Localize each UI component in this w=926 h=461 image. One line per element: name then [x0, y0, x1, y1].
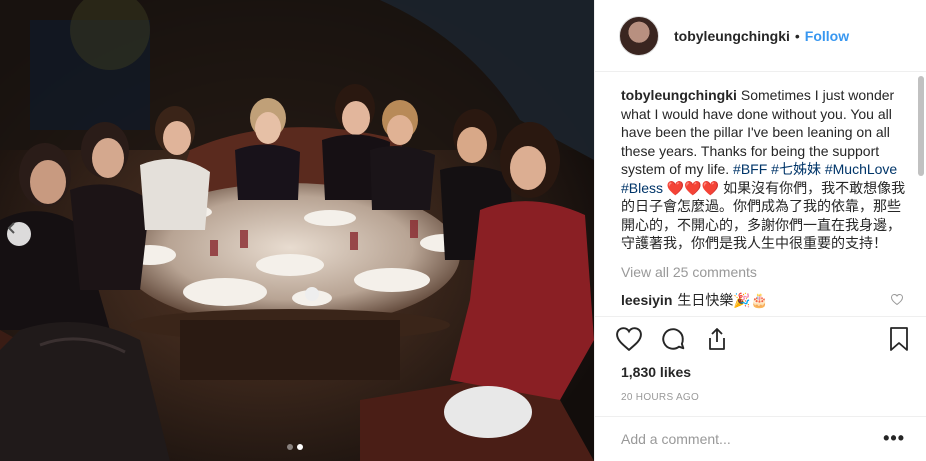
post-caption: tobyleungchingki Sometimes I just wonder … [621, 86, 907, 253]
post-photo[interactable] [0, 0, 594, 461]
view-all-comments-link[interactable]: View all 25 comments [621, 264, 907, 280]
bookmark-icon[interactable] [881, 321, 917, 357]
hashtag-bless[interactable]: #Bless [621, 180, 663, 196]
comment-input[interactable] [621, 431, 861, 447]
comment-like-icon[interactable] [890, 292, 904, 308]
action-bar [595, 317, 926, 361]
more-icon[interactable]: ••• [883, 429, 905, 447]
comment-icon[interactable] [655, 321, 691, 357]
hashtag-muchlove[interactable]: #MuchLove [825, 161, 897, 177]
comment-text: 生日快樂🎉🎂 [677, 291, 769, 308]
hashtag-sisters[interactable]: #七姊妹 [771, 161, 821, 177]
caption-text-chinese: 如果沒有你們，我不敢想像我的日子會怎麼過。你們成為了我的依靠，那些開心的，不開心… [621, 179, 906, 252]
hashtag-bff[interactable]: #BFF [733, 161, 767, 177]
post-timestamp: 20 HOURS AGO [621, 392, 700, 403]
group-dinner-photo [0, 0, 594, 461]
comments-section[interactable]: tobyleungchingki Sometimes I just wonder … [595, 72, 926, 316]
add-comment-bar: ••• [595, 416, 926, 461]
header-username[interactable]: tobyleungchingki [674, 28, 790, 44]
likes-count[interactable]: 1,830 likes [595, 364, 926, 380]
header-separator: • [794, 27, 800, 44]
comment-username[interactable]: leesiyin [621, 292, 672, 308]
post-actions: 1,830 likes 20 HOURS AGO [595, 316, 926, 403]
comment-item: leesiyin 生日快樂🎉🎂 [621, 290, 907, 310]
carousel-dot [287, 444, 293, 450]
carousel-indicator [287, 444, 303, 450]
share-icon[interactable] [699, 321, 735, 357]
hearts-emoji: ❤️❤️❤️ [666, 179, 720, 196]
heart-icon[interactable] [611, 321, 647, 357]
caption-username[interactable]: tobyleungchingki [621, 87, 737, 103]
previous-photo-button[interactable] [7, 222, 31, 246]
post-header: tobyleungchingki • Follow [595, 0, 926, 72]
post-side-panel: tobyleungchingki • Follow tobyleungching… [594, 0, 926, 461]
comments-scrollbar[interactable] [918, 76, 924, 176]
avatar[interactable] [619, 15, 659, 56]
follow-button[interactable]: Follow [805, 28, 849, 44]
carousel-dot-active [297, 444, 303, 450]
